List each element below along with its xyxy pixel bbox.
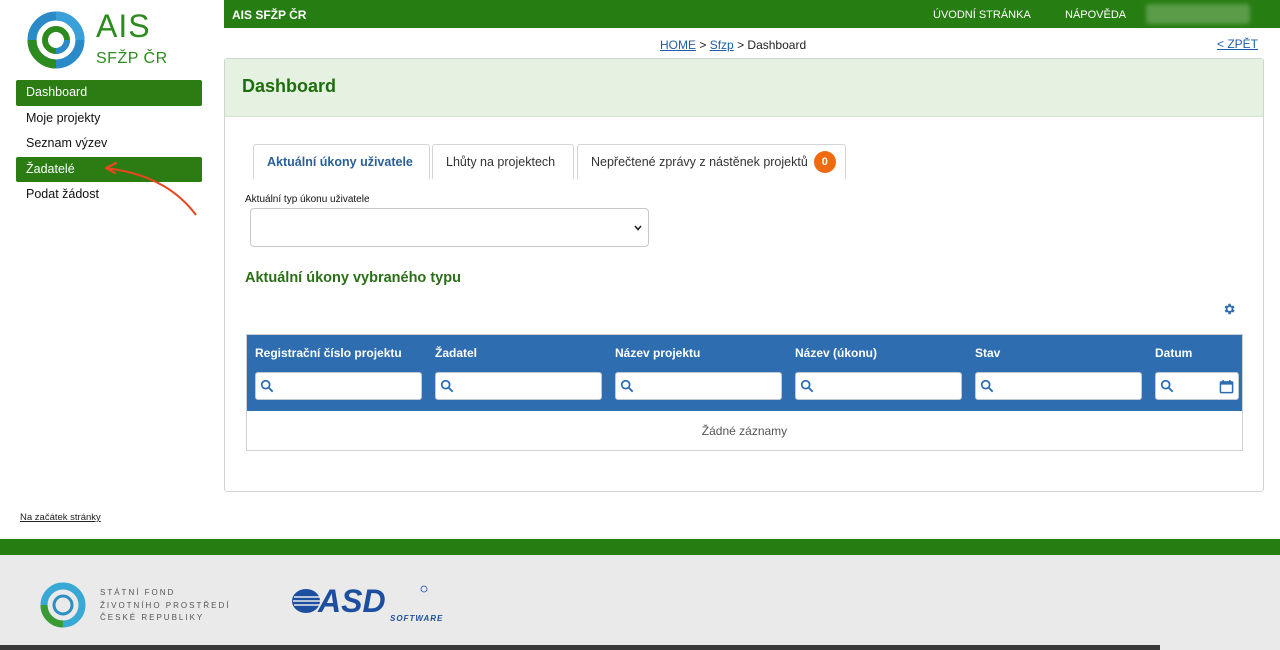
tab-label: Aktuální úkony uživatele	[267, 155, 413, 169]
search-icon	[980, 379, 994, 393]
logo-subtitle: SFŽP ČR	[96, 50, 168, 67]
grid-header: Registrační číslo projektu Žadatel Název…	[247, 335, 1242, 411]
sfzp-line: STÁTNÍ FOND	[100, 588, 176, 597]
calendar-icon[interactable]	[1219, 379, 1234, 394]
column-header[interactable]: Žadatel	[435, 346, 477, 360]
top-bar: AIS SFŽP ČR ÚVODNÍ STRÁNKA NÁPOVĚDA	[224, 0, 1280, 28]
grid-column: Název projektu	[607, 335, 787, 411]
topbar-link-uvodni-stranka[interactable]: ÚVODNÍ STRÁNKA	[933, 9, 1031, 21]
action-type-select[interactable]	[250, 208, 649, 247]
column-header[interactable]: Název (úkonu)	[795, 346, 877, 360]
grid-column: Datum	[1147, 335, 1242, 411]
filter-input-datum[interactable]	[1155, 372, 1239, 400]
filter-input-nazev-projektu[interactable]	[615, 372, 782, 400]
search-icon	[440, 379, 454, 393]
tab-label: Lhůty na projektech	[446, 155, 556, 169]
app-logo[interactable]: AIS SFŽP ČR	[26, 8, 176, 70]
column-header[interactable]: Název projektu	[615, 346, 700, 360]
page-title: Dashboard	[242, 76, 337, 96]
sidebar-item-dashboard[interactable]: Dashboard	[16, 80, 202, 106]
gear-icon[interactable]	[1222, 302, 1236, 316]
back-to-top-link[interactable]: Na začátek stránky	[20, 512, 101, 523]
filter-input-stav[interactable]	[975, 372, 1142, 400]
filter-input-zadatel[interactable]	[435, 372, 602, 400]
tab-neprectene-zpravy[interactable]: Nepřečtené zprávy z nástěnek projektů 0	[577, 144, 846, 179]
logo-title: AIS	[96, 8, 151, 44]
asd-wordmark: ASD	[317, 583, 386, 619]
grid-column: Stav	[967, 335, 1147, 411]
ais-logo-mark-icon	[27, 11, 85, 69]
user-menu[interactable]	[1146, 4, 1250, 24]
footer-divider	[0, 539, 1280, 555]
annotation-arrow-icon	[104, 161, 197, 216]
footer: STÁTNÍ FOND ŽIVOTNÍHO PROSTŘEDÍ ČESKÉ RE…	[0, 555, 1280, 650]
grid-column: Registrační číslo projektu	[247, 335, 427, 411]
section-title: Aktuální úkony vybraného typu	[245, 270, 461, 286]
breadcrumb: HOME > Sfzp > Dashboard	[660, 38, 806, 52]
chevron-down-icon	[634, 225, 642, 231]
tab-label: Nepřečtené zprávy z nástěnek projektů	[591, 155, 808, 169]
unread-count-badge: 0	[813, 150, 836, 173]
filter-input-nazev-ukonu[interactable]	[795, 372, 962, 400]
search-icon	[620, 379, 634, 393]
search-icon	[260, 379, 274, 393]
topbar-brand[interactable]: AIS SFŽP ČR	[232, 8, 306, 22]
panel-header: Dashboard	[225, 59, 1263, 117]
select-label: Aktuální typ úkonu uživatele	[245, 194, 370, 205]
sfzp-line: ŽIVOTNÍHO PROSTŘEDÍ	[100, 600, 231, 610]
sfzp-logo-icon[interactable]	[38, 580, 88, 630]
breadcrumb-home[interactable]: HOME	[660, 38, 696, 52]
sidebar-item-moje-projekty[interactable]: Moje projekty	[16, 106, 202, 132]
tab-lhuty[interactable]: Lhůty na projektech	[432, 144, 574, 179]
breadcrumb-separator: >	[737, 38, 745, 52]
grid-column: Název (úkonu)	[787, 335, 967, 411]
asd-software-logo-icon[interactable]: ASD SOFTWARE	[290, 583, 450, 623]
actions-grid: Registrační číslo projektu Žadatel Název…	[246, 334, 1243, 451]
sidebar-item-seznam-vyzev[interactable]: Seznam výzev	[16, 131, 202, 157]
dashboard-panel: Dashboard Aktuální úkony uživatele Lhůty…	[224, 58, 1264, 492]
breadcrumb-current: Dashboard	[747, 38, 807, 52]
breadcrumb-separator: >	[699, 38, 707, 52]
grid-empty-message: Žádné záznamy	[701, 424, 788, 438]
bottom-strip	[0, 645, 1160, 650]
back-link[interactable]: < ZPĚT	[1217, 37, 1258, 51]
filter-input-registracni-cislo[interactable]	[255, 372, 422, 400]
sfzp-line: ČESKÉ REPUBLIKY	[100, 613, 205, 622]
sfzp-name: STÁTNÍ FOND ŽIVOTNÍHO PROSTŘEDÍ ČESKÉ RE…	[100, 587, 230, 625]
topbar-link-napoveda[interactable]: NÁPOVĚDA	[1065, 9, 1126, 21]
tab-aktualni-ukony[interactable]: Aktuální úkony uživatele	[253, 144, 430, 179]
column-header[interactable]: Datum	[1155, 346, 1192, 360]
column-header[interactable]: Stav	[975, 346, 1000, 360]
search-icon	[1160, 379, 1174, 393]
search-icon	[800, 379, 814, 393]
breadcrumb-sfzp[interactable]: Sfzp	[710, 38, 734, 52]
asd-sub-wordmark: SOFTWARE	[390, 614, 443, 623]
column-header[interactable]: Registrační číslo projektu	[255, 346, 402, 360]
grid-column: Žadatel	[427, 335, 607, 411]
